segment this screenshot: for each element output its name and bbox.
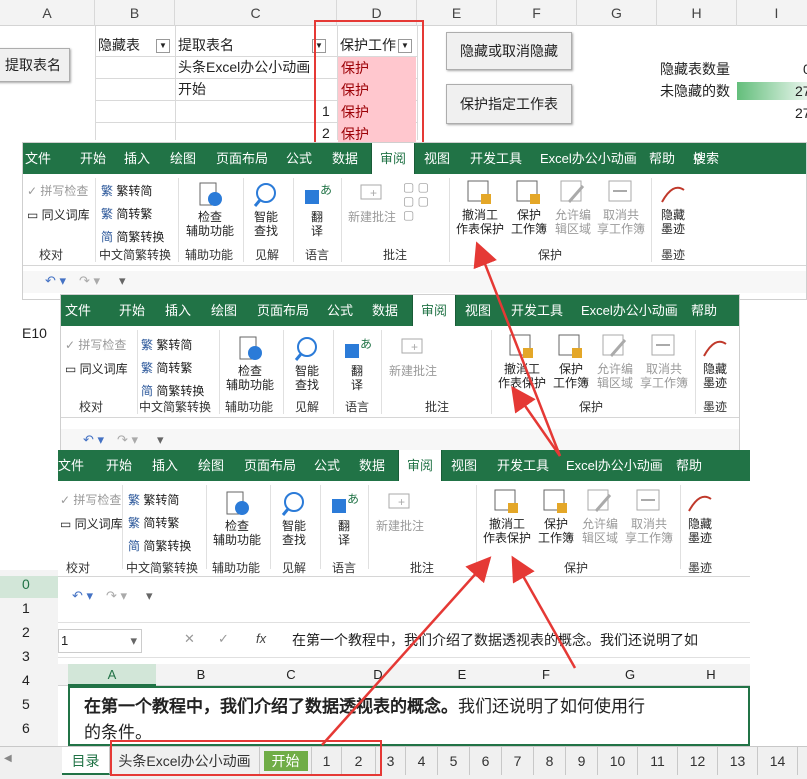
- arrow: [511, 555, 577, 669]
- annotation-arrows: [321, 241, 577, 746]
- sheet-tab[interactable]: 头条Excel办公小动画: [110, 747, 260, 775]
- sheet-tab-bar: ◀ 目录 头条Excel办公小动画 开始 1 2 3 4 5 6 7 8 9 1…: [0, 746, 807, 779]
- arrow: [321, 556, 492, 746]
- sheet-tab[interactable]: 11: [638, 747, 678, 775]
- sheet-tab[interactable]: 2: [342, 747, 376, 775]
- sheet-tab[interactable]: 7: [502, 747, 534, 775]
- sheet-tab[interactable]: 目录: [62, 747, 110, 775]
- sheet-tab[interactable]: 8: [534, 747, 566, 775]
- sheet-tab[interactable]: 1: [312, 747, 342, 775]
- sheet-tab[interactable]: 12: [678, 747, 718, 775]
- sheet-tab[interactable]: 4: [406, 747, 438, 775]
- sheet-tab[interactable]: 13: [718, 747, 758, 775]
- arrow: [473, 241, 562, 457]
- sheet-tab[interactable]: 14: [758, 747, 798, 775]
- sheet-tab[interactable]: 5: [438, 747, 470, 775]
- sheet-tab-active[interactable]: 开始: [263, 751, 308, 771]
- sheet-tab[interactable]: 10: [598, 747, 638, 775]
- scroll-left-icon[interactable]: ◀: [4, 753, 12, 764]
- sheet-tab[interactable]: 3: [376, 747, 406, 775]
- sheet-tab[interactable]: 9: [566, 747, 598, 775]
- sheet-tab[interactable]: 6: [470, 747, 502, 775]
